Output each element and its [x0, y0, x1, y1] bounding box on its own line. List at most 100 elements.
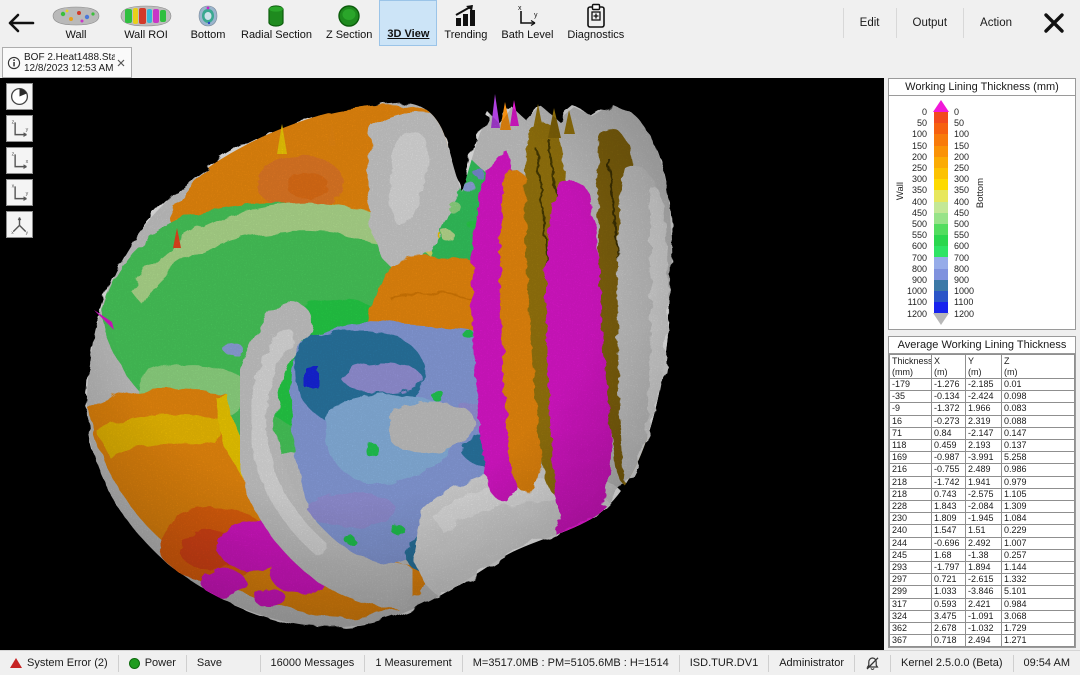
menu-strip: Edit Output Action [843, 0, 1080, 46]
axis-zy-icon[interactable]: zy [6, 115, 33, 142]
tool-bottom[interactable]: Bottom [182, 0, 234, 46]
app-close-button[interactable] [1028, 0, 1080, 46]
error-triangle-icon [10, 658, 22, 668]
clock-status: 09:54 AM [1013, 655, 1080, 672]
col-x: X(m) [932, 355, 966, 379]
table-row: 2991.033-3.8465.101 [890, 586, 1075, 598]
edit-menu-button[interactable]: Edit [844, 0, 896, 46]
avg-table-body: -179-1.276-2.1850.01-35-0.134-2.4240.098… [890, 379, 1075, 647]
system-error-status[interactable]: System Error (2) [0, 655, 119, 672]
scale-tick: 50 [917, 118, 927, 128]
notifications-muted-toggle[interactable] [854, 655, 890, 672]
tool-bath-level[interactable]: x y Bath Level [494, 0, 560, 46]
pie-rotate-icon[interactable] [6, 83, 33, 110]
model-body [60, 88, 700, 643]
bath-level-axis-icon: x y [514, 3, 540, 29]
scale-panel-title: Working Lining Thickness (mm) [889, 79, 1075, 96]
scale-tick: 450 [954, 208, 969, 218]
tool-diagnostics[interactable]: Diagnostics [560, 0, 631, 46]
table-row: 2281.843-2.0841.309 [890, 501, 1075, 513]
scale-tick: 550 [954, 230, 969, 240]
table-row: 3243.475-1.0913.068 [890, 610, 1075, 622]
table-row: 3622.678-1.0321.729 [890, 623, 1075, 635]
scale-tick: 0 [954, 107, 959, 117]
scale-tick: 550 [912, 230, 927, 240]
svg-text:x: x [26, 159, 29, 165]
tool-label: Bath Level [501, 29, 553, 42]
color-segment [934, 280, 948, 291]
bell-slash-icon [865, 656, 880, 671]
scale-tick: 1200 [954, 309, 974, 319]
table-row: 3670.7182.4941.271 [890, 635, 1075, 647]
device-status: ISD.TUR.DV1 [679, 655, 768, 672]
color-segment [934, 134, 948, 145]
table-header-row: Thickness(mm) X(m) Y(m) Z(m) [890, 355, 1075, 379]
avg-thickness-title: Average Working Lining Thickness [889, 337, 1075, 354]
axis-3d-icon[interactable]: xy [6, 211, 33, 238]
tool-radial-section[interactable]: Radial Section [234, 0, 319, 46]
svg-text:z: z [12, 151, 15, 157]
svg-text:y: y [534, 12, 538, 19]
tab-text: BOF 2.Heat1488.Station 2 12/8/2023 12:53… [24, 52, 115, 74]
tab-close-button[interactable] [115, 59, 127, 67]
power-label: Power [145, 657, 176, 669]
color-segment [934, 168, 948, 179]
save-label: Save [197, 657, 222, 669]
table-row: 2301.809-1.9451.084 [890, 513, 1075, 525]
scale-tick: 200 [954, 152, 969, 162]
tool-label: Diagnostics [567, 29, 624, 42]
scale-tick: 1000 [907, 286, 927, 296]
measurement-tab[interactable]: BOF 2.Heat1488.Station 2 12/8/2023 12:53… [2, 47, 132, 78]
scale-tick: 600 [912, 241, 927, 251]
tool-trending[interactable]: Trending [437, 0, 494, 46]
action-menu-button[interactable]: Action [964, 0, 1028, 46]
col-y: Y(m) [966, 355, 1002, 379]
scale-tick: 400 [912, 197, 927, 207]
output-menu-button[interactable]: Output [897, 0, 964, 46]
scale-tick: 1000 [954, 286, 974, 296]
right-panel-column: Working Lining Thickness (mm) Wall Botto… [884, 78, 1080, 650]
table-row: -179-1.276-2.1850.01 [890, 379, 1075, 391]
tab-timestamp: 12/8/2023 12:53 AM [24, 63, 115, 74]
color-segment [934, 246, 948, 257]
3d-viewport[interactable]: zy zx xy xy [0, 78, 884, 650]
scale-tick: 1100 [954, 297, 973, 307]
tool-z-section[interactable]: Z Section [319, 0, 379, 46]
scale-tick: 200 [912, 152, 927, 162]
radial-section-icon [265, 3, 287, 29]
table-row: 218-1.7421.9410.979 [890, 476, 1075, 488]
color-segment [934, 257, 948, 268]
tab-bar: BOF 2.Heat1488.Station 2 12/8/2023 12:53… [0, 46, 1080, 78]
top-toolbar: Wall Wall ROI [0, 0, 1080, 46]
trending-chart-icon [452, 3, 480, 29]
svg-text:y: y [26, 231, 29, 235]
tool-wall[interactable]: Wall [42, 0, 110, 46]
color-segment [934, 269, 948, 280]
svg-text:x: x [12, 183, 15, 189]
save-button[interactable]: Save [187, 655, 232, 672]
scale-tick: 900 [912, 275, 927, 285]
color-segment [934, 213, 948, 224]
avg-thickness-table: Thickness(mm) X(m) Y(m) Z(m) -179-1.276-… [889, 354, 1075, 647]
table-row: 244-0.6962.4921.007 [890, 537, 1075, 549]
scale-tick: 1200 [907, 309, 927, 319]
axis-xy-icon[interactable]: xy [6, 179, 33, 206]
tool-3d-view[interactable]: 3D View [379, 0, 437, 46]
axis-zx-icon[interactable]: zx [6, 147, 33, 174]
scale-tick: 150 [954, 141, 969, 151]
bottom-heatmap-icon [196, 3, 220, 29]
scale-tick: 150 [912, 141, 927, 151]
messages-status: 16000 Messages [260, 655, 365, 672]
tool-label: Z Section [326, 29, 372, 42]
table-row: 2970.721-2.6151.332 [890, 574, 1075, 586]
furnace-3d-model[interactable] [0, 78, 884, 650]
color-bar-wrap [934, 100, 948, 325]
color-segment [934, 224, 948, 235]
scale-tick: 700 [954, 253, 969, 263]
svg-text:x: x [518, 5, 522, 12]
user-status: Administrator [768, 655, 854, 672]
color-segment [934, 146, 948, 157]
tool-wall-roi[interactable]: Wall ROI [110, 0, 182, 46]
table-row: 16-0.2732.3190.088 [890, 415, 1075, 427]
back-button[interactable] [0, 0, 42, 46]
